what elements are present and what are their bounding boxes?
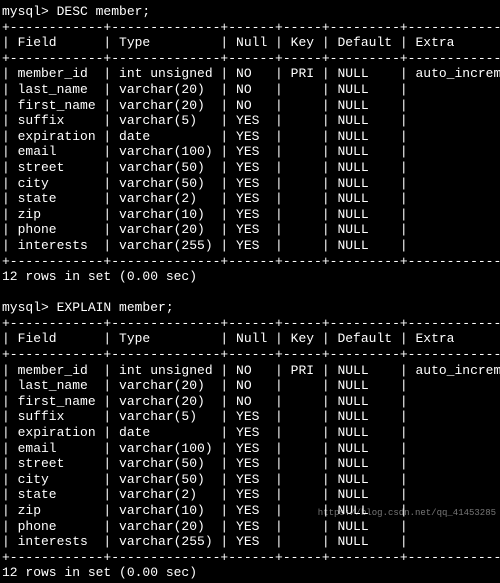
terminal-output: mysql> DESC member; +------------+------… [0, 0, 500, 583]
watermark-text: https://blog.csdn.net/qq_41453285 [318, 508, 496, 519]
